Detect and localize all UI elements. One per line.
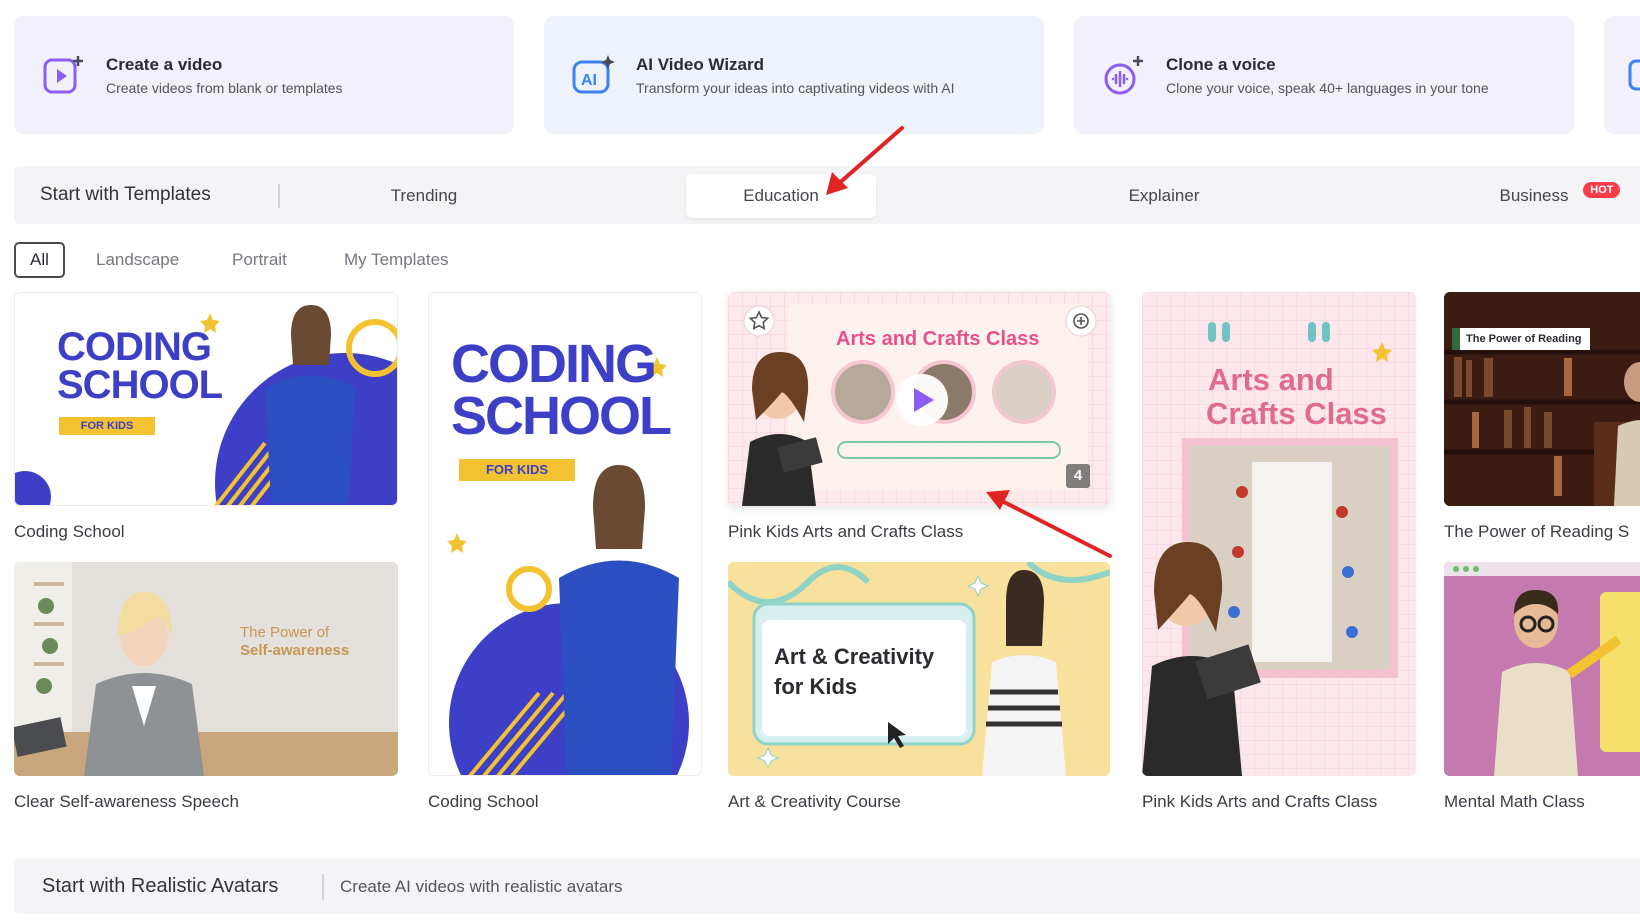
reading-artwork [1444, 292, 1640, 506]
clone-voice-title: Clone a voice [1166, 54, 1276, 74]
template-card-coding-school-portrait[interactable]: CODING SCHOOL FOR KIDS [428, 292, 702, 776]
ai-wizard-card[interactable]: AI AI Video Wizard Transform your ideas … [544, 16, 1044, 134]
for-kids-badge: FOR KIDS [59, 417, 155, 435]
for-kids-badge: FOR KIDS [459, 459, 575, 481]
template-card-self-awareness[interactable]: The Power of Self-awareness [14, 562, 398, 776]
arts-portrait-title-1: Arts and [1208, 362, 1334, 397]
template-card-coding-school-landscape[interactable]: CODING SCHOOL FOR KIDS [14, 292, 398, 506]
tab-business-label: Business [1499, 186, 1569, 205]
template-card-pink-kids-arts-landscape[interactable]: Arts and Crafts Class 4 [728, 292, 1110, 506]
template-caption: Clear Self-awareness Speech [14, 792, 239, 811]
arts-portrait-title-2: Crafts Class [1206, 396, 1387, 431]
filter-landscape[interactable]: Landscape [96, 242, 179, 278]
create-video-icon [43, 56, 83, 94]
tab-trending[interactable]: Trending [314, 174, 534, 218]
filter-portrait[interactable]: Portrait [232, 242, 287, 278]
template-card-pink-kids-arts-portrait[interactable]: Arts and Crafts Class [1142, 292, 1416, 776]
avatars-bar-title: Start with Realistic Avatars [42, 875, 279, 897]
play-preview-icon[interactable] [896, 374, 948, 426]
partial-feature-icon [1628, 59, 1640, 91]
template-caption: Coding School [14, 522, 125, 541]
svg-text:AI: AI [581, 72, 597, 89]
clone-voice-desc: Clone your voice, speak 40+ languages in… [1166, 79, 1489, 96]
template-caption: Pink Kids Arts and Crafts Class [728, 522, 964, 541]
art-creativity-title-2: for Kids [774, 674, 858, 699]
clone-voice-card[interactable]: Clone a voice Clone your voice, speak 40… [1074, 16, 1574, 134]
ai-wizard-icon: AI [572, 55, 615, 94]
template-caption: The Power of Reading S [1444, 522, 1630, 541]
template-card-mental-math[interactable] [1444, 562, 1640, 776]
add-template-icon[interactable] [1066, 306, 1096, 336]
self-awareness-title-1: The Power of [240, 624, 330, 641]
create-video-title: Create a video [106, 54, 223, 74]
avatars-bar-divider [322, 874, 324, 900]
create-video-desc: Create videos from blank or templates [106, 79, 343, 96]
tab-business[interactable]: Business HOT [1434, 174, 1634, 218]
ai-wizard-title: AI Video Wizard [636, 54, 764, 74]
templates-bar-divider [278, 184, 280, 208]
favorite-star-icon[interactable] [744, 306, 774, 336]
art-creativity-title-1: Art & Creativity [774, 644, 935, 669]
reading-banner: The Power of Reading [1452, 328, 1590, 350]
template-card-power-of-reading[interactable]: The Power of Reading [1444, 292, 1640, 506]
template-card-art-creativity[interactable]: Art & Creativity for Kids [728, 562, 1110, 776]
avatars-bar: Start with Realistic Avatars Create AI v… [14, 858, 1640, 914]
templates-bar: Start with Templates Trending Education … [14, 166, 1640, 224]
template-caption: Mental Math Class [1444, 792, 1585, 811]
hot-badge: HOT [1583, 182, 1621, 198]
template-caption: Art & Creativity Course [728, 792, 901, 811]
filter-my-templates[interactable]: My Templates [344, 242, 449, 278]
filter-all[interactable]: All [14, 242, 65, 278]
tab-explainer[interactable]: Explainer [1064, 174, 1264, 218]
template-caption: Pink Kids Arts and Crafts Class [1142, 792, 1378, 811]
template-caption: Coding School [428, 792, 539, 811]
feature-card-partial[interactable] [1604, 16, 1640, 134]
create-video-card[interactable]: Create a video Create videos from blank … [14, 16, 514, 134]
coding-title-2: SCHOOL [57, 363, 223, 407]
mental-math-artwork [1444, 562, 1640, 776]
avatars-bar-desc: Create AI videos with realistic avatars [340, 877, 623, 896]
tab-education[interactable]: Education [686, 174, 876, 218]
self-awareness-artwork [14, 562, 398, 776]
arts-crafts-title: Arts and Crafts Class [836, 328, 1040, 350]
scene-count-badge: 4 [1073, 467, 1083, 484]
templates-bar-title: Start with Templates [40, 184, 211, 205]
ai-wizard-desc: Transform your ideas into captivating vi… [636, 79, 955, 96]
coding-portrait-title-2: SCHOOL [451, 386, 672, 446]
self-awareness-title-2: Self-awareness [240, 642, 350, 659]
clone-voice-icon [1104, 56, 1143, 95]
